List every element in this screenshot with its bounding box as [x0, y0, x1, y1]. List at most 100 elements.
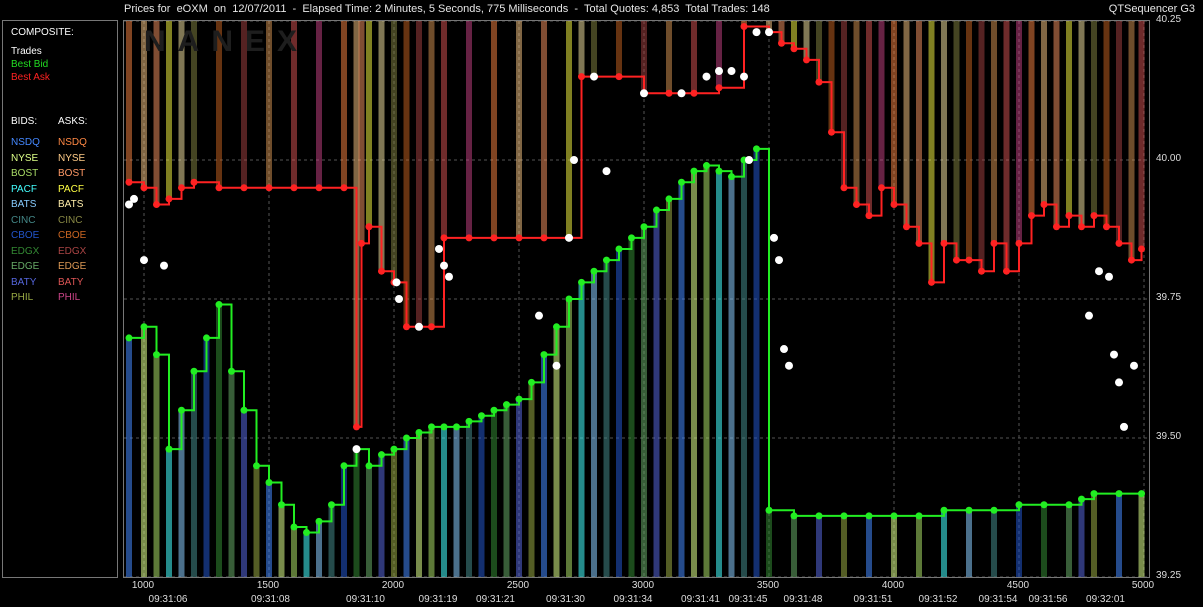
best-ask-point — [990, 239, 998, 247]
best-ask-point — [1103, 223, 1110, 231]
y-tick-label: 39.25 — [1156, 570, 1182, 581]
time-tick-label: 09:31:30 — [546, 594, 585, 605]
best-ask-point — [1090, 212, 1098, 220]
trade-point — [435, 244, 443, 253]
best-bid-point — [815, 512, 823, 520]
best-bid-point — [553, 323, 560, 331]
trade-point — [752, 28, 761, 37]
best-bid-point — [1040, 501, 1048, 509]
best-ask-point — [353, 423, 360, 431]
best-bid-point — [1015, 501, 1023, 509]
legend-ask-exchange: NYSE — [58, 152, 86, 164]
best-ask-point — [853, 200, 860, 208]
legend-ask-exchange: BATS — [58, 199, 84, 210]
best-ask-point — [1115, 239, 1123, 247]
y-axis: 40.25 40.00 39.75 39.50 39.25 — [1150, 14, 1203, 590]
time-tick-label: 09:31:06 — [148, 594, 188, 605]
best-ask-point — [465, 234, 473, 242]
legend-ask-exchange: BOST — [58, 168, 86, 179]
best-ask-point — [890, 200, 898, 208]
trade-point — [677, 89, 686, 98]
best-bid-point — [328, 501, 335, 509]
best-bid-point — [440, 423, 448, 431]
best-bid-point — [690, 167, 698, 175]
trade-point — [395, 295, 403, 303]
trade-point — [445, 272, 453, 281]
best-ask-point — [1028, 212, 1035, 220]
legend-ask-exchange: BATY — [58, 276, 84, 288]
best-ask-point — [125, 178, 133, 186]
best-bid-point — [1115, 490, 1123, 498]
best-bid-point — [390, 445, 398, 453]
best-bid-point — [615, 245, 623, 253]
best-bid-point — [215, 301, 223, 309]
best-bid-point — [628, 234, 635, 242]
watermark: NANEX — [144, 25, 310, 58]
best-bid-point — [265, 478, 273, 486]
trade-point — [130, 194, 138, 203]
best-bid-point — [340, 462, 348, 470]
trade-point — [352, 445, 361, 454]
trade-point — [552, 361, 561, 370]
x-tick-label: 4000 — [881, 580, 905, 591]
best-ask-point — [190, 178, 198, 186]
y-tick-label: 39.50 — [1156, 431, 1182, 442]
legend-bid-exchange: EDGX — [11, 245, 40, 257]
time-tick-label: 09:31:34 — [613, 594, 653, 605]
best-bid-point — [603, 256, 610, 264]
chart-header: Prices for eOXM on 12/07/2011 - Elapsed … — [0, 0, 1203, 20]
best-bid-point — [378, 451, 385, 459]
trade-point — [640, 89, 648, 98]
best-bid-point — [1065, 501, 1073, 509]
chart-title: Prices for eOXM on 12/07/2011 - Elapsed … — [124, 3, 770, 15]
best-bid-point — [1138, 490, 1145, 498]
x-tick-label: 1000 — [131, 580, 155, 591]
best-bid-point — [165, 445, 173, 453]
best-bid-point — [190, 367, 198, 375]
best-bid-point — [465, 417, 473, 425]
x-tick-label: 4500 — [1006, 580, 1030, 591]
legend-bid-exchange: CINC — [11, 214, 36, 226]
best-bid-point — [490, 406, 498, 414]
best-bid-point — [203, 334, 210, 342]
best-bid-point — [528, 378, 535, 386]
trade-point — [590, 72, 598, 81]
best-bid-point — [865, 512, 873, 520]
legend-ask-exchange: PHIL — [58, 292, 81, 303]
best-ask-point — [740, 23, 748, 31]
price-plot — [124, 21, 1149, 577]
best-ask-point — [1040, 200, 1048, 208]
trade-point — [1105, 272, 1113, 281]
best-bid-point — [253, 462, 260, 470]
best-bid-point — [890, 512, 898, 520]
trade-point — [770, 233, 778, 242]
x-tick-label: 3000 — [631, 580, 655, 591]
x-tick-label: 3500 — [756, 580, 780, 591]
best-bid-point — [640, 223, 648, 231]
best-bid-point — [403, 434, 410, 442]
legend-asks-title: ASKS: — [58, 116, 88, 127]
best-ask-point — [1078, 223, 1085, 231]
best-ask-point — [578, 73, 585, 81]
best-ask-point — [378, 267, 385, 275]
best-ask-point — [428, 323, 435, 331]
time-tick-label: 09:31:45 — [728, 594, 768, 605]
best-bid-point — [453, 423, 460, 431]
best-ask-point — [878, 184, 885, 192]
best-ask-point — [665, 89, 673, 97]
best-ask-point — [1065, 212, 1073, 220]
best-bid-point — [125, 334, 133, 342]
best-bid-point — [578, 278, 585, 286]
trade-point — [785, 361, 793, 370]
best-ask-point — [915, 239, 923, 247]
legend-bids-title: BIDS: — [11, 116, 38, 127]
time-tick-label: 09:32:01 — [1086, 594, 1125, 605]
best-bid-point — [140, 323, 148, 331]
trade-point — [570, 156, 578, 164]
best-ask-point — [690, 89, 698, 97]
best-ask-point — [815, 78, 823, 86]
best-ask-point — [178, 184, 185, 192]
best-ask-point — [140, 184, 148, 192]
trade-point — [727, 67, 736, 76]
time-tick-label: 09:31:19 — [418, 594, 458, 605]
